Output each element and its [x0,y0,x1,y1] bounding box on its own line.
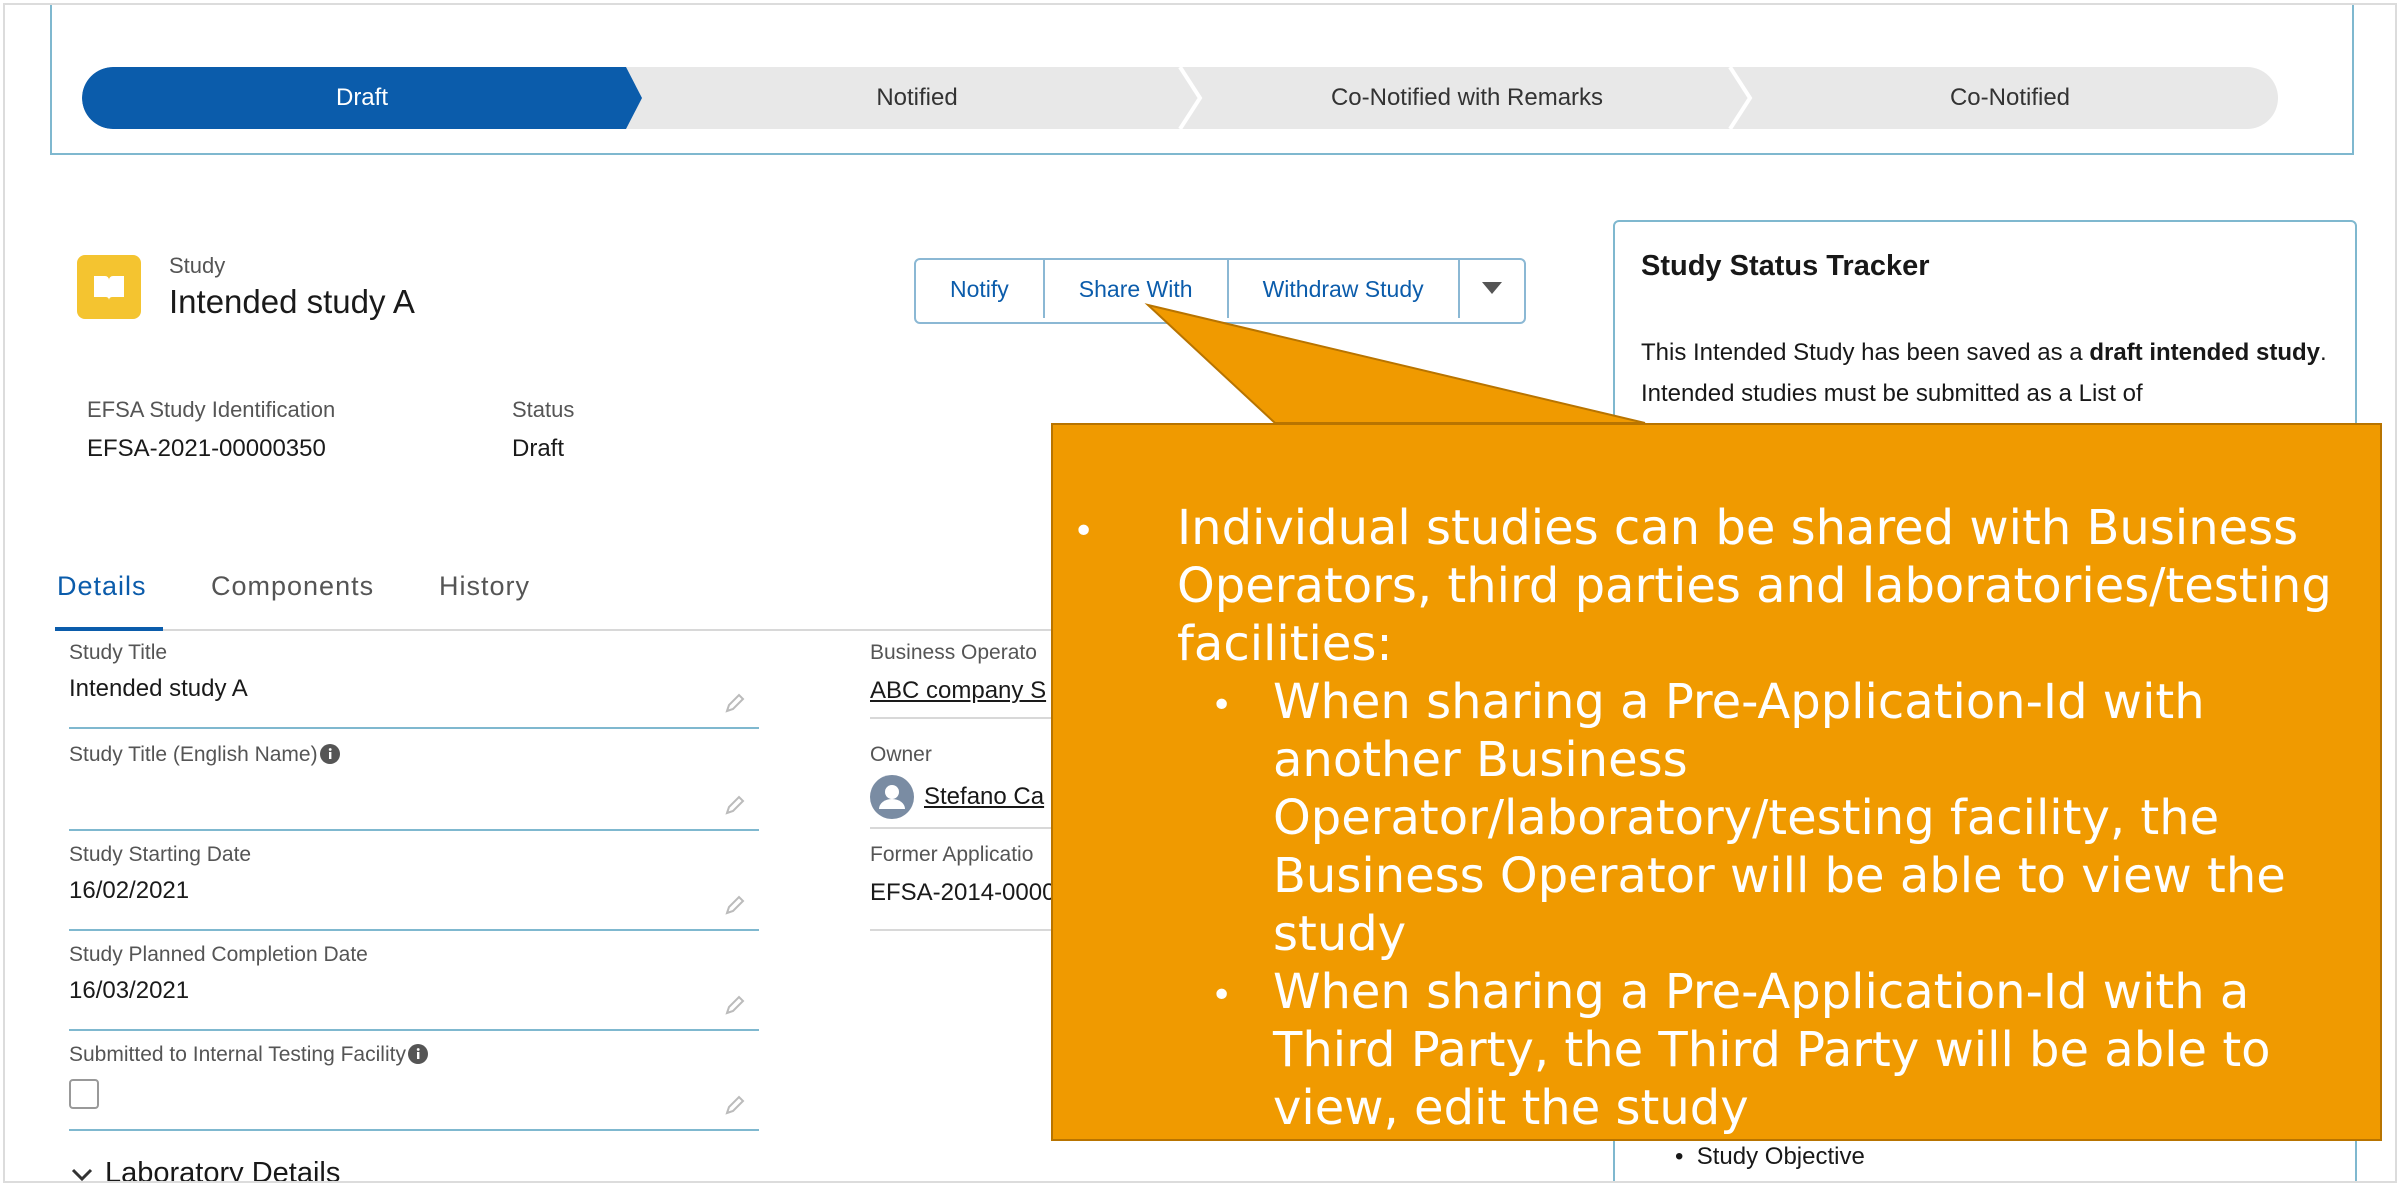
tracker-title: Study Status Tracker [1641,250,1930,282]
active-tab-indicator [55,627,163,631]
chevron-down-icon [1481,282,1502,294]
record-type: Study [169,253,226,278]
more-actions-button[interactable] [1460,260,1524,318]
tracker-text-part: This Intended Study has been saved as a [1641,339,2090,366]
field-label: Study Title (English Name) [69,743,759,767]
pencil-icon[interactable] [725,995,745,1015]
callout-content: • Individual studies can be shared with … [1073,499,2353,1137]
bullet: • [1073,511,1095,552]
tab-bar: Details Components History [55,563,1065,631]
path-stage-label: Co-Notified with Remarks [1330,84,1604,111]
info-icon[interactable] [319,744,340,764]
field-label: Study Starting Date [69,843,252,866]
status-value: Draft [512,435,565,462]
field-divider [870,929,1060,931]
path-stage-notified[interactable]: Notified [642,67,1192,129]
app-frame: Draft Notified Co-Notified with Remarks … [3,3,2397,1183]
study-title-english-field[interactable]: Study Title (English Name) [69,743,759,831]
submitted-to-internal-testing-facility-field: Submitted to Internal Testing Facility [69,1043,759,1131]
tracker-list-item: • Study Objective [1675,1143,1865,1170]
field-divider [870,827,1060,829]
submitted-checkbox[interactable] [69,1079,99,1109]
field-label-text: Submitted to Internal Testing Facility [69,1043,406,1066]
field-label-text: Study Title (English Name) [69,743,318,766]
laboratory-details-section[interactable]: Laboratory Details [71,1157,341,1183]
field-value: 16/02/2021 [69,877,190,904]
callout-main-text: Individual studies can be shared with Bu… [1177,500,2332,672]
path-stage-label: Co-Notified [1949,84,2071,111]
status-label: Status [512,397,575,422]
status-path: Draft Notified Co-Notified with Remarks … [50,5,2354,155]
path-stage-draft[interactable]: Draft [82,67,642,129]
section-title: Laboratory Details [105,1157,341,1183]
path-separator [1178,67,1203,129]
tab-details[interactable]: Details [57,571,147,602]
path-track: Draft Notified Co-Notified with Remarks … [82,67,2278,129]
pencil-icon[interactable] [725,1095,745,1115]
bullet: • [1211,685,1233,726]
withdraw-study-button[interactable]: Withdraw Study [1229,260,1460,318]
callout-sub-text: When sharing a Pre-Application-Id with a… [1273,964,2271,1136]
share-with-button[interactable]: Share With [1045,260,1229,318]
field-value: Intended study A [69,675,248,702]
field-label: Study Planned Completion Date [69,943,368,966]
path-stage-co-notified[interactable]: Co-Notified [1742,67,2278,129]
pencil-icon[interactable] [725,795,745,815]
field-label: Submitted to Internal Testing Facility [69,1043,759,1067]
tracker-text: This Intended Study has been saved as a … [1641,332,2341,414]
callout-main-item: • Individual studies can be shared with … [1073,499,2353,673]
pencil-icon[interactable] [725,693,745,713]
study-title-field[interactable]: Study Title Intended study A [69,641,759,729]
path-stage-label: Notified [876,84,958,111]
annotation-callout: • Individual studies can be shared with … [1051,423,2382,1141]
path-stage-co-notified-remarks[interactable]: Co-Notified with Remarks [1192,67,1742,129]
info-icon[interactable] [407,1044,428,1064]
callout-sub-item: • When sharing a Pre-Application-Id with… [1211,963,2353,1137]
record-title: Intended study A [169,283,415,320]
action-button-group: Notify Share With Withdraw Study [914,258,1526,324]
tracker-list-item-text: Study Objective [1696,1143,1865,1170]
path-separator [1728,67,1753,129]
avatar-icon [870,775,914,819]
notify-button[interactable]: Notify [916,260,1045,318]
field-label: Study Title [69,641,168,664]
bullet: • [1211,975,1233,1016]
tab-components[interactable]: Components [211,571,374,602]
field-divider [870,717,1060,719]
path-stage-label: Draft [335,84,388,111]
pencil-icon[interactable] [725,895,745,915]
study-starting-date-field[interactable]: Study Starting Date 16/02/2021 [69,843,759,931]
owner-link[interactable]: Stefano Ca [924,783,1044,811]
study-planned-completion-date-field[interactable]: Study Planned Completion Date 16/03/2021 [69,943,759,1031]
tracker-text-bold: draft intended study [2089,339,2320,366]
efsa-id-label: EFSA Study Identification [87,397,336,422]
callout-sub-text: When sharing a Pre-Application-Id with a… [1273,674,2286,962]
efsa-id-value: EFSA-2021-00000350 [87,435,326,462]
tab-history[interactable]: History [439,571,530,602]
chevron-down-icon [71,1168,93,1181]
book-icon [77,255,141,319]
callout-sub-item: • When sharing a Pre-Application-Id with… [1211,673,2353,963]
field-value: 16/03/2021 [69,977,190,1004]
